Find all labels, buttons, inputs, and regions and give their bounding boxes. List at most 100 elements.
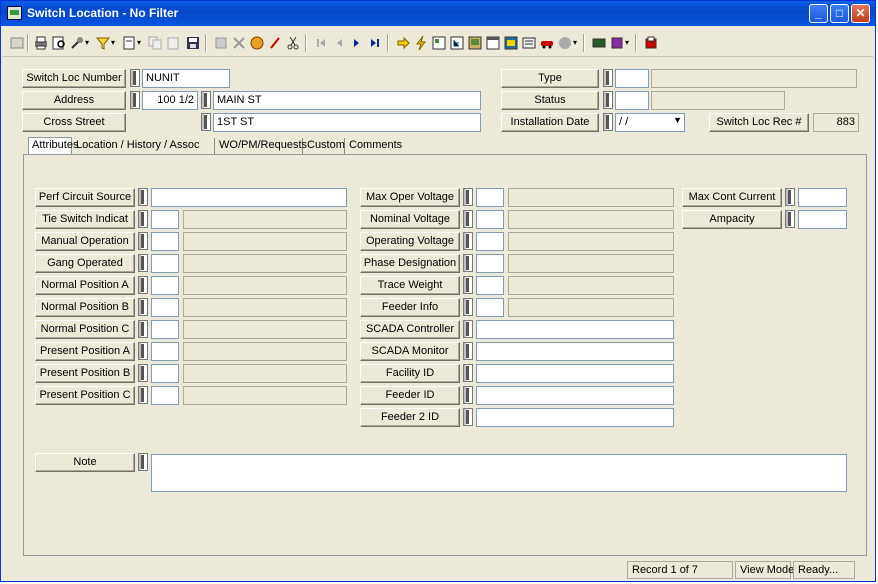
tab-wo-pm-requests[interactable]: WO/PM/Requests bbox=[216, 138, 307, 155]
field-control-icon[interactable] bbox=[463, 210, 473, 228]
switch-loc-rec-button[interactable]: Switch Loc Rec # bbox=[709, 113, 809, 132]
preview-icon[interactable] bbox=[51, 35, 67, 51]
delete-record-icon[interactable] bbox=[213, 35, 229, 51]
field-control-icon[interactable] bbox=[130, 91, 140, 109]
present-position-a-code-field[interactable] bbox=[151, 342, 179, 361]
scada-controller-field[interactable] bbox=[476, 320, 674, 339]
tab-comments[interactable]: Comments bbox=[346, 138, 402, 155]
trace-weight-button[interactable]: Trace Weight bbox=[360, 276, 460, 295]
window-icon[interactable] bbox=[9, 35, 25, 51]
field-control-icon[interactable] bbox=[463, 276, 473, 294]
manual-operation-button[interactable]: Manual Operation bbox=[35, 232, 135, 251]
tab-location-history[interactable]: Location / History / Assoc bbox=[73, 138, 215, 155]
field-control-icon[interactable] bbox=[785, 188, 795, 206]
field-control-icon[interactable] bbox=[138, 320, 148, 338]
operating-voltage-code-field[interactable] bbox=[476, 232, 504, 251]
prev-record-icon[interactable] bbox=[331, 35, 347, 51]
report-icon[interactable] bbox=[431, 35, 447, 51]
feeder-id-button[interactable]: Feeder ID bbox=[360, 386, 460, 405]
present-position-b-button[interactable]: Present Position B bbox=[35, 364, 135, 383]
note-field[interactable] bbox=[151, 454, 847, 492]
max-oper-voltage-button[interactable]: Max Oper Voltage bbox=[360, 188, 460, 207]
goto-icon[interactable] bbox=[395, 35, 411, 51]
field-control-icon[interactable] bbox=[463, 364, 473, 382]
max-oper-voltage-code-field[interactable] bbox=[476, 188, 504, 207]
print-icon[interactable] bbox=[33, 35, 49, 51]
close-button[interactable]: ✕ bbox=[851, 4, 870, 23]
chevron-down-icon[interactable]: ▾ bbox=[111, 35, 117, 51]
calendar-icon[interactable] bbox=[485, 35, 501, 51]
field-control-icon[interactable] bbox=[138, 386, 148, 404]
max-cont-current-button[interactable]: Max Cont Current bbox=[682, 188, 782, 207]
normal-position-b-button[interactable]: Normal Position B bbox=[35, 298, 135, 317]
field-control-icon[interactable] bbox=[463, 298, 473, 316]
gang-operated-code-field[interactable] bbox=[151, 254, 179, 273]
field-control-icon[interactable] bbox=[138, 364, 148, 382]
chart-icon[interactable] bbox=[503, 35, 519, 51]
field-control-icon[interactable] bbox=[201, 113, 211, 131]
field-control-icon[interactable] bbox=[138, 298, 148, 316]
minimize-button[interactable]: _ bbox=[809, 4, 828, 23]
book-icon[interactable] bbox=[609, 35, 625, 51]
paste-icon[interactable] bbox=[165, 35, 181, 51]
nominal-voltage-code-field[interactable] bbox=[476, 210, 504, 229]
exit-icon[interactable] bbox=[643, 35, 659, 51]
present-position-b-code-field[interactable] bbox=[151, 364, 179, 383]
max-cont-current-field[interactable] bbox=[798, 188, 847, 207]
car-icon[interactable] bbox=[539, 35, 555, 51]
cross-street-field[interactable]: 1ST ST bbox=[213, 113, 481, 132]
field-control-icon[interactable] bbox=[201, 91, 211, 109]
tree-icon[interactable] bbox=[449, 35, 465, 51]
field-control-icon[interactable] bbox=[138, 232, 148, 250]
feeder-id-field[interactable] bbox=[476, 386, 674, 405]
chevron-down-icon[interactable]: ▾ bbox=[573, 35, 579, 51]
facility-id-field[interactable] bbox=[476, 364, 674, 383]
filter-icon[interactable] bbox=[95, 35, 111, 51]
operating-voltage-button[interactable]: Operating Voltage bbox=[360, 232, 460, 251]
cross-street-button[interactable]: Cross Street bbox=[22, 113, 126, 132]
field-control-icon[interactable] bbox=[130, 69, 140, 87]
gang-operated-button[interactable]: Gang Operated bbox=[35, 254, 135, 273]
address-number-field[interactable]: 100 1/2 bbox=[142, 91, 198, 110]
feeder-info-code-field[interactable] bbox=[476, 298, 504, 317]
phase-designation-code-field[interactable] bbox=[476, 254, 504, 273]
field-control-icon[interactable] bbox=[463, 342, 473, 360]
delete-icon[interactable] bbox=[231, 35, 247, 51]
field-control-icon[interactable] bbox=[138, 254, 148, 272]
field-control-icon[interactable] bbox=[463, 254, 473, 272]
address-button[interactable]: Address bbox=[22, 91, 126, 110]
copy-icon[interactable] bbox=[147, 35, 163, 51]
status-code-field[interactable] bbox=[615, 91, 649, 110]
save-icon[interactable] bbox=[185, 35, 201, 51]
phase-designation-button[interactable]: Phase Designation bbox=[360, 254, 460, 273]
note-button[interactable]: Note bbox=[35, 453, 135, 472]
field-control-icon[interactable] bbox=[138, 453, 148, 471]
chevron-down-icon[interactable]: ▾ bbox=[137, 35, 143, 51]
cut-icon[interactable] bbox=[285, 35, 301, 51]
spell-icon[interactable] bbox=[249, 35, 265, 51]
type-code-field[interactable] bbox=[615, 69, 649, 88]
field-control-icon[interactable] bbox=[138, 210, 148, 228]
feeder-2-id-field[interactable] bbox=[476, 408, 674, 427]
chevron-down-icon[interactable]: ▾ bbox=[625, 35, 631, 51]
records-icon[interactable] bbox=[521, 35, 537, 51]
field-control-icon[interactable] bbox=[463, 232, 473, 250]
normal-position-a-button[interactable]: Normal Position A bbox=[35, 276, 135, 295]
perf-circuit-source-button[interactable]: Perf Circuit Source bbox=[35, 188, 135, 207]
ampacity-button[interactable]: Ampacity bbox=[682, 210, 782, 229]
status-button[interactable]: Status bbox=[501, 91, 599, 110]
first-record-icon[interactable] bbox=[313, 35, 329, 51]
maximize-button[interactable]: □ bbox=[830, 4, 849, 23]
present-position-a-button[interactable]: Present Position A bbox=[35, 342, 135, 361]
scada-controller-button[interactable]: SCADA Controller bbox=[360, 320, 460, 339]
next-record-icon[interactable] bbox=[349, 35, 365, 51]
nominal-voltage-button[interactable]: Nominal Voltage bbox=[360, 210, 460, 229]
field-control-icon[interactable] bbox=[138, 188, 148, 206]
installation-date-field[interactable]: / / ▼ bbox=[615, 113, 685, 132]
trace-weight-code-field[interactable] bbox=[476, 276, 504, 295]
field-control-icon[interactable] bbox=[603, 69, 613, 87]
switch-loc-number-button[interactable]: Switch Loc Number bbox=[22, 69, 126, 88]
tie-switch-indicat-code-field[interactable] bbox=[151, 210, 179, 229]
chevron-down-icon[interactable]: ▼ bbox=[673, 115, 682, 125]
ampacity-field[interactable] bbox=[798, 210, 847, 229]
